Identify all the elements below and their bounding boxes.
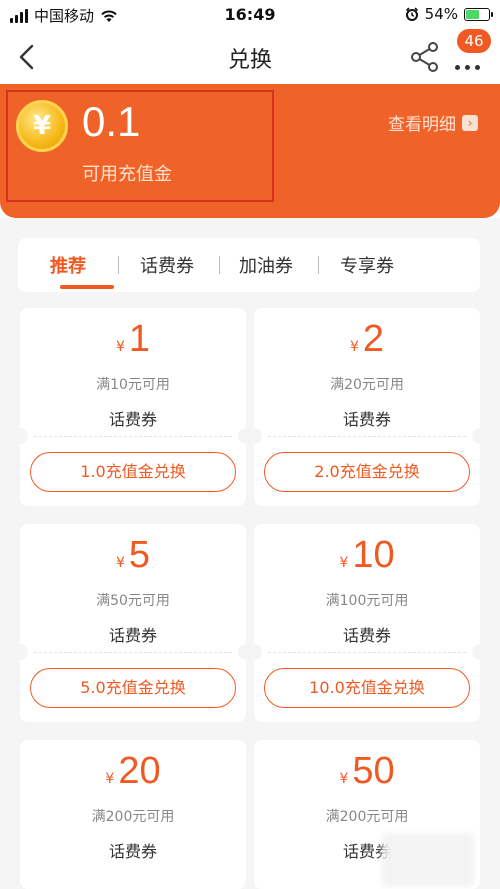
tab-divider — [318, 256, 319, 274]
alarm-icon — [405, 7, 418, 21]
redeem-button[interactable]: 10.0充值金兑换 — [264, 668, 470, 708]
coupon-value: 10 — [352, 534, 395, 576]
redeem-button[interactable]: 2.0充值金兑换 — [264, 452, 470, 492]
share-icon[interactable] — [408, 40, 442, 74]
coupon-card: ¥1 满10元可用 话费券 1.0充值金兑换 — [12, 308, 254, 506]
tab-bar: 推荐 话费券 加油券 专享券 — [18, 238, 480, 292]
coupon-card: ¥2 满20元可用 话费券 2.0充值金兑换 — [246, 308, 488, 506]
coupon-condition: 满200元可用 — [325, 809, 409, 825]
currency-symbol: ¥ — [339, 771, 349, 787]
currency-symbol: ¥ — [105, 771, 115, 787]
tab-divider — [118, 256, 119, 274]
coupon-condition: 满100元可用 — [325, 593, 409, 609]
balance-label: 可用充值金 — [82, 164, 172, 185]
currency-symbol: ¥ — [115, 339, 125, 355]
chevron-right-icon: › — [462, 114, 478, 131]
coupon-value: 2 — [362, 318, 385, 360]
coupon-condition: 满200元可用 — [91, 809, 175, 825]
coupon-value: 20 — [118, 750, 161, 792]
currency-symbol: ¥ — [349, 339, 359, 355]
tab-phone-bill[interactable]: 话费券 — [140, 252, 194, 278]
tab-underline — [60, 285, 114, 289]
redeem-button[interactable]: 1.0充值金兑换 — [30, 452, 236, 492]
coupon-type: 话费券 — [108, 410, 157, 429]
coupon-condition: 满20元可用 — [330, 377, 404, 393]
coupon-condition: 满50元可用 — [96, 593, 170, 609]
nav-bar: 兑换 46 — [0, 29, 500, 84]
tab-divider — [219, 256, 220, 274]
tab-fuel[interactable]: 加油券 — [239, 252, 293, 278]
coupon-type: 话费券 — [342, 410, 391, 429]
coupon-type: 话费券 — [108, 842, 157, 861]
coupon-card: ¥10 满100元可用 话费券 10.0充值金兑换 — [246, 524, 488, 722]
coupon-divider — [268, 652, 466, 653]
blurred-overlay — [382, 834, 474, 886]
coupon-value: 5 — [128, 534, 151, 576]
battery-percent: 54% — [424, 5, 458, 23]
tab-recommended[interactable]: 推荐 — [50, 252, 86, 278]
balance-amount: 0.1 — [82, 98, 141, 145]
currency-symbol: ¥ — [115, 555, 125, 571]
redeem-button[interactable]: 5.0充值金兑换 — [30, 668, 236, 708]
coupon-divider — [268, 436, 466, 437]
coupon-value: 1 — [128, 318, 151, 360]
coupon-type: 话费券 — [342, 626, 391, 645]
view-details-label: 查看明细 — [388, 115, 456, 135]
currency-symbol: ¥ — [339, 555, 349, 571]
tab-exclusive[interactable]: 专享券 — [340, 252, 394, 278]
status-right: 54% — [405, 5, 493, 23]
view-details-link[interactable]: 查看明细 › — [388, 110, 478, 135]
more-dots-icon[interactable] — [450, 52, 484, 82]
coupon-type: 话费券 — [108, 626, 157, 645]
coin-icon: ¥ — [16, 100, 68, 152]
coupon-divider — [34, 436, 232, 437]
coupon-card: ¥20 满200元可用 话费券 — [20, 740, 246, 889]
coupon-condition: 满10元可用 — [96, 377, 170, 393]
coupon-divider — [34, 652, 232, 653]
coupon-value: 50 — [352, 750, 395, 792]
coupon-card: ¥5 满50元可用 话费券 5.0充值金兑换 — [12, 524, 254, 722]
status-bar: 中国移动 16:49 54% — [0, 0, 500, 30]
battery-icon — [464, 7, 493, 21]
notification-badge: 46 — [457, 29, 491, 53]
